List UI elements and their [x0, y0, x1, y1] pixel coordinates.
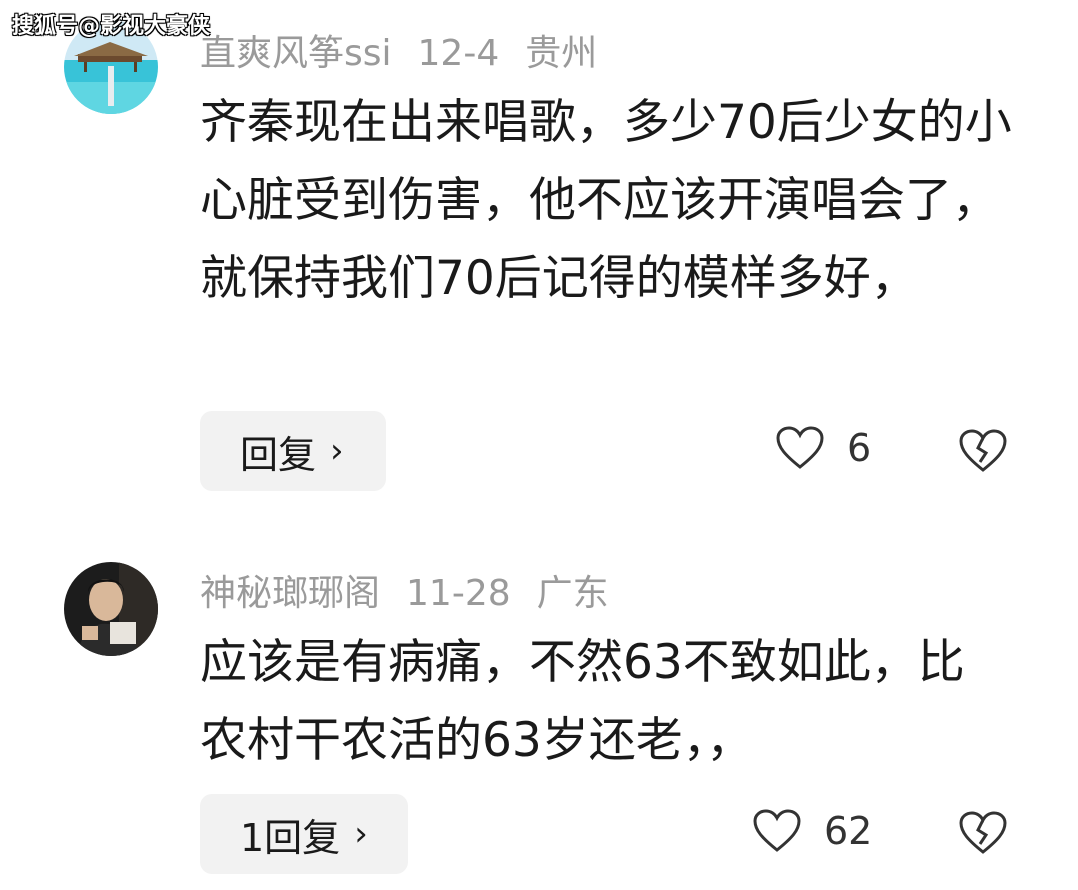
reply-button[interactable]: 回复 › — [200, 411, 386, 491]
comment-location: 贵州 — [525, 33, 598, 74]
comment-text: 齐秦现在出来唱歌，多少70后少女的小心脏受到伤害，他不应该开演唱会了，就保持我们… — [200, 95, 1012, 306]
like-count: 6 — [847, 426, 872, 470]
heart-outline-icon — [753, 809, 801, 852]
reply-label: 1回复 — [240, 815, 341, 860]
man-portrait-avatar-icon — [64, 562, 158, 656]
comment-text: 应该是有病痛，不然63不致如此，比农村干农活的63岁还老，， — [200, 635, 965, 768]
comment-date: 12-4 — [417, 33, 500, 74]
dislike-button[interactable] — [958, 428, 1008, 478]
comment-meta: 神秘瑯琊阁 11-28 广东 — [200, 564, 635, 616]
heart-outline-icon — [776, 426, 824, 469]
chevron-right-icon: › — [330, 431, 344, 471]
username[interactable]: 神秘瑯琊阁 — [200, 573, 380, 614]
like-count: 62 — [824, 809, 873, 853]
comment-meta: 直爽风筝ssi 12-4 贵州 — [200, 24, 623, 76]
user-avatar[interactable] — [64, 562, 158, 656]
like-button[interactable]: 62 — [752, 808, 872, 854]
broken-heart-icon — [959, 811, 1007, 854]
username[interactable]: 直爽风筝ssi — [200, 33, 392, 74]
like-button[interactable]: 6 — [775, 425, 871, 471]
comment-date: 11-28 — [406, 573, 511, 614]
broken-heart-icon — [959, 429, 1007, 472]
reply-button[interactable]: 1回复 › — [200, 794, 408, 874]
reply-label: 回复 — [240, 432, 317, 477]
comment-location: 广东 — [536, 573, 609, 614]
chevron-right-icon: › — [354, 814, 368, 854]
watermark: 搜狐号@影视大豪侠 — [12, 14, 211, 39]
dislike-button[interactable] — [958, 810, 1008, 860]
